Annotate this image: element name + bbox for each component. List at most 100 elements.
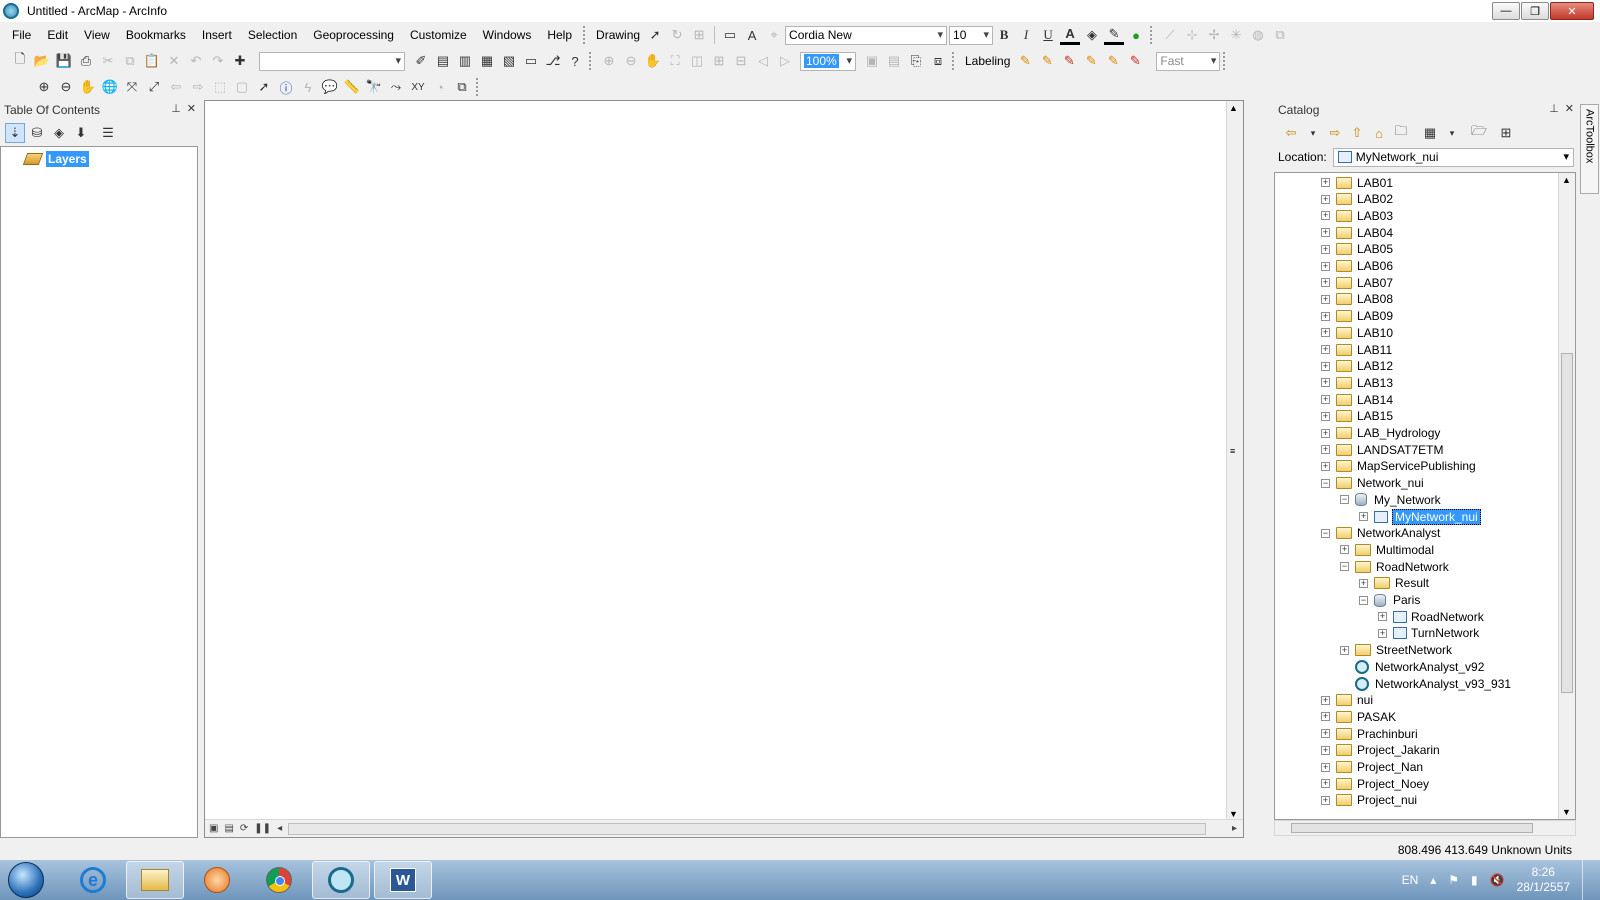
- expand-icon[interactable]: +: [1321, 194, 1330, 204]
- views-icon[interactable]: ▦: [1420, 123, 1440, 143]
- up-one-level-icon[interactable]: ⇧: [1347, 123, 1367, 143]
- scroll-down-arrow-icon[interactable]: ▼: [1229, 809, 1238, 819]
- expand-icon[interactable]: +: [1321, 411, 1330, 421]
- menu-windows[interactable]: Windows: [475, 28, 540, 42]
- toggle-contents-panel-icon[interactable]: ⊞: [1496, 123, 1516, 143]
- maximize-button[interactable]: ❐: [1521, 2, 1549, 20]
- rotate-icon[interactable]: ↻: [667, 25, 687, 45]
- lock-labels-icon[interactable]: ✎: [1037, 51, 1057, 71]
- menu-geoprocessing[interactable]: Geoprocessing: [305, 28, 402, 42]
- scroll-up-arrow-icon[interactable]: ▲: [1562, 175, 1571, 185]
- scroll-left-arrow-icon[interactable]: ◂: [277, 823, 282, 834]
- location-field[interactable]: MyNetwork_nui: [1332, 147, 1574, 167]
- collapse-icon[interactable]: −: [1340, 495, 1349, 505]
- catalog-tree-item[interactable]: + LAB02: [1321, 191, 1393, 208]
- pin-icon[interactable]: ⊥: [171, 102, 181, 115]
- layout-fixed-zoom-in-icon[interactable]: ⊞: [709, 51, 729, 71]
- expand-icon[interactable]: +: [1321, 261, 1330, 271]
- change-layout-icon[interactable]: ⎘: [906, 51, 926, 71]
- undo-icon[interactable]: ↶: [186, 51, 206, 71]
- list-by-visibility-icon[interactable]: ◈: [49, 123, 69, 143]
- pause-drawing-icon[interactable]: ❚❚: [254, 823, 271, 834]
- labeling-quality-select[interactable]: Fast: [1156, 51, 1221, 71]
- time-slider-icon[interactable]: ◔: [430, 77, 450, 97]
- labeling-menu-button[interactable]: Labeling: [961, 54, 1014, 68]
- catalog-tree-item[interactable]: + LAB04: [1321, 224, 1393, 241]
- expand-icon[interactable]: +: [1321, 278, 1330, 288]
- menu-bookmarks[interactable]: Bookmarks: [118, 28, 194, 42]
- delete-icon[interactable]: ✕: [164, 51, 184, 71]
- expand-icon[interactable]: +: [1321, 178, 1330, 187]
- measure-icon[interactable]: 📏: [342, 77, 362, 97]
- catalog-tree-item[interactable]: + RoadNetwork: [1378, 608, 1484, 625]
- arctoolbox-side-tab[interactable]: ArcToolbox: [1580, 104, 1599, 194]
- trace-tool-icon[interactable]: ⊹: [1182, 25, 1202, 45]
- toc-close-icon[interactable]: ✕: [187, 102, 196, 115]
- modelbuilder-icon[interactable]: ⎇: [543, 51, 563, 71]
- catalog-tree-item[interactable]: + LAB03: [1321, 207, 1393, 224]
- toolbar-grip[interactable]: [1150, 26, 1156, 44]
- expand-icon[interactable]: +: [1321, 695, 1330, 705]
- catalog-tree-item[interactable]: + StreetNetwork: [1340, 642, 1452, 659]
- network-tool-icon[interactable]: ⧉: [1270, 25, 1290, 45]
- zoom-out-icon[interactable]: ⊖: [56, 77, 76, 97]
- taskbar-file-explorer[interactable]: [126, 861, 184, 899]
- expand-icon[interactable]: +: [1359, 578, 1368, 588]
- back-dropdown-icon[interactable]: ▾: [1303, 123, 1323, 143]
- refresh-view-icon[interactable]: ⟳: [240, 823, 248, 834]
- volume-muted-icon[interactable]: 🔇: [1490, 873, 1505, 887]
- map-view[interactable]: ▲ ≡ ▼ ▣ ▤ ⟳ ❚❚ ◂ ▸: [204, 100, 1244, 838]
- catalog-scroll-thumb[interactable]: [1561, 353, 1573, 693]
- arcmap-app-icon[interactable]: [3, 3, 19, 19]
- catalog-tree-item[interactable]: − RoadNetwork: [1340, 558, 1449, 575]
- taskbar-chrome[interactable]: [250, 861, 308, 899]
- expand-icon[interactable]: +: [1321, 311, 1330, 321]
- catalog-tree-item[interactable]: + Multimodal: [1340, 541, 1434, 558]
- catalog-tree-item[interactable]: + Prachinburi: [1321, 725, 1418, 742]
- expand-icon[interactable]: +: [1340, 645, 1349, 655]
- zoom-whole-page-icon[interactable]: ⊞: [689, 25, 709, 45]
- midpoint-tool-icon[interactable]: ✢: [1204, 25, 1224, 45]
- expand-icon[interactable]: +: [1321, 428, 1330, 438]
- catalog-hscroll-thumb[interactable]: [1291, 823, 1533, 833]
- print-icon[interactable]: ⎙: [76, 51, 96, 71]
- show-hidden-icons-icon[interactable]: ▴: [1430, 873, 1436, 887]
- system-clock[interactable]: 8:26 28/1/2557: [1517, 865, 1570, 895]
- copy-icon[interactable]: ⧉: [120, 51, 140, 71]
- data-driven-pages-icon[interactable]: ⧈: [928, 51, 948, 71]
- rectangle-icon[interactable]: ▭: [720, 25, 740, 45]
- catalog-horizontal-scrollbar[interactable]: [1274, 820, 1576, 836]
- minimize-button[interactable]: —: [1492, 2, 1520, 20]
- collapse-icon[interactable]: −: [1340, 562, 1349, 572]
- catalog-tree-item[interactable]: + MapServicePublishing: [1321, 458, 1476, 475]
- catalog-tree-item[interactable]: + Project_Nan: [1321, 759, 1423, 776]
- catalog-tree-item[interactable]: + LAB11: [1321, 341, 1392, 358]
- label-weight-icon[interactable]: ✎: [1081, 51, 1101, 71]
- bold-button[interactable]: B: [994, 25, 1014, 45]
- go-forward-extent-icon[interactable]: ⇨: [188, 77, 208, 97]
- select-elements-icon[interactable]: ➚: [645, 25, 665, 45]
- expand-icon[interactable]: +: [1378, 612, 1387, 622]
- search-window-icon[interactable]: ▦: [477, 51, 497, 71]
- add-data-icon[interactable]: ✚: [230, 51, 250, 71]
- menu-insert[interactable]: Insert: [194, 28, 240, 42]
- layout-zoom-in-icon[interactable]: ⊕: [599, 51, 619, 71]
- toggle-draft-icon[interactable]: ▣: [862, 51, 882, 71]
- edit-vertices-icon[interactable]: ⌖: [764, 25, 784, 45]
- catalog-tree-item[interactable]: + LAB07: [1321, 274, 1393, 291]
- toolbar-grip[interactable]: [476, 78, 482, 96]
- identify-icon[interactable]: ⓘ: [276, 77, 296, 97]
- catalog-tree-item[interactable]: + PASAK: [1321, 708, 1396, 725]
- taskbar-media-player[interactable]: [188, 861, 246, 899]
- toolbar-grip[interactable]: [589, 52, 595, 70]
- taskbar-word[interactable]: W: [374, 861, 432, 899]
- font-name-select[interactable]: Cordia New: [785, 25, 948, 45]
- catalog-tree-item[interactable]: + nui: [1321, 692, 1373, 709]
- collapse-icon[interactable]: −: [1359, 595, 1368, 605]
- expand-icon[interactable]: +: [1321, 328, 1330, 338]
- expand-icon[interactable]: +: [1321, 445, 1330, 455]
- catalog-tree-item[interactable]: + Result: [1359, 575, 1429, 592]
- catalog-tree-scrollbar[interactable]: ▲ ▼: [1558, 173, 1575, 819]
- views-dropdown-icon[interactable]: ▾: [1442, 123, 1462, 143]
- font-color-button[interactable]: A: [1060, 25, 1081, 45]
